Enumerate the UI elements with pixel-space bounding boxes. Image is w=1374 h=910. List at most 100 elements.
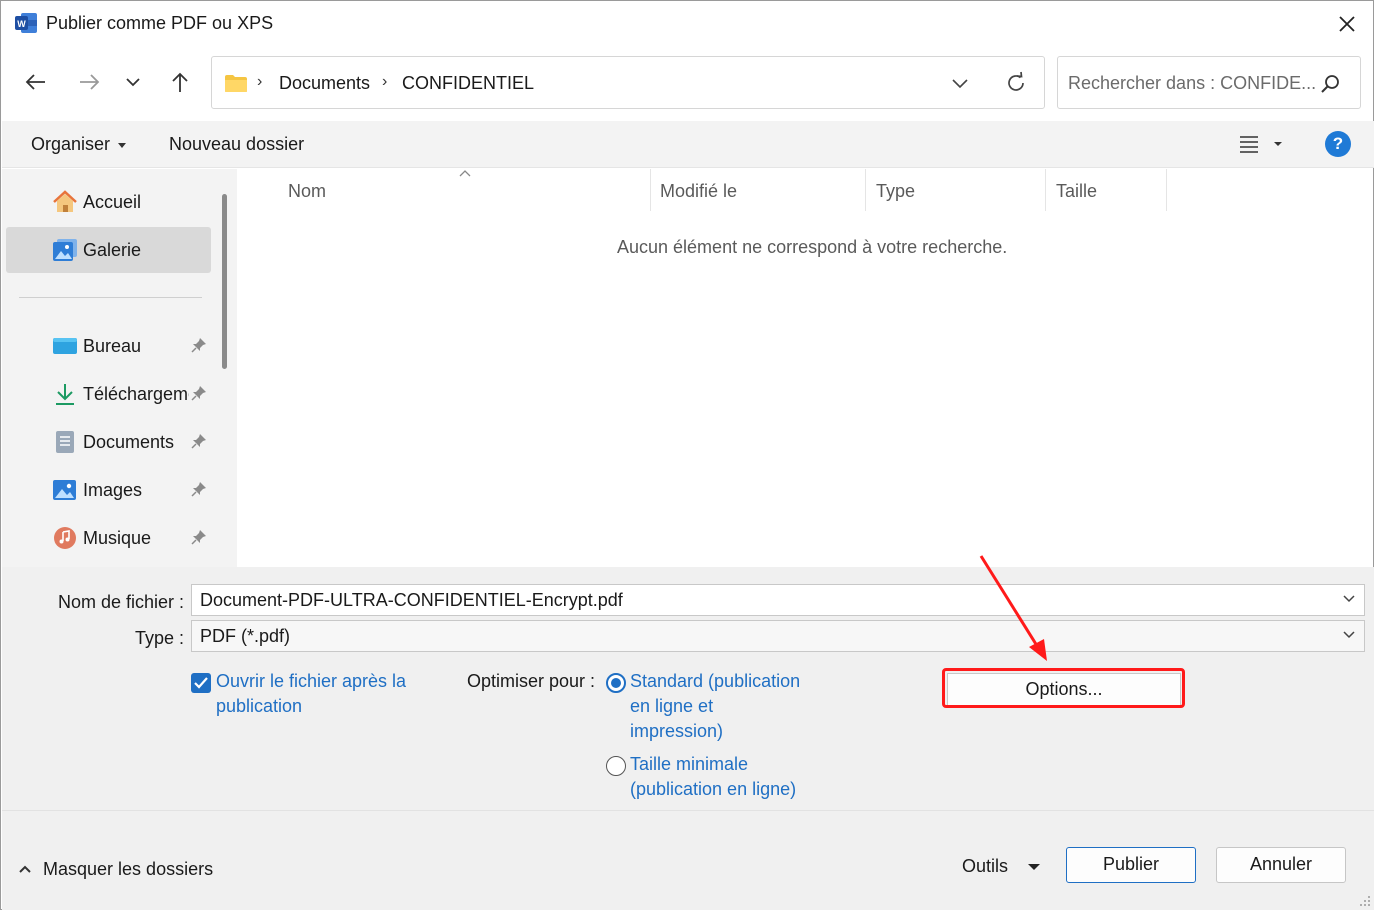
documents-icon [56, 431, 74, 453]
sidebar-scrollbar[interactable] [222, 194, 227, 369]
open-after-publish-label[interactable]: Ouvrir le fichier après la publication [216, 669, 406, 719]
sidebar-item-label: Bureau [83, 336, 142, 356]
tools-menu[interactable]: Outils [962, 856, 1041, 877]
minimal-size-radio-label[interactable]: Taille minimale (publication en ligne) [630, 752, 796, 802]
type-value[interactable]: PDF (*.pdf) [200, 626, 290, 647]
arrow-up-icon [172, 72, 188, 92]
title-bar: W Publier comme PDF ou XPS [1, 1, 1373, 47]
save-dialog: W Publier comme PDF ou XPS › Documents ›… [0, 0, 1374, 910]
chevron-down-icon[interactable] [1342, 594, 1356, 604]
address-bar[interactable]: › Documents › CONFIDENTIEL [211, 56, 1045, 109]
column-divider[interactable] [865, 169, 866, 211]
open-after-publish-line2: publication [216, 696, 303, 716]
folder-icon [225, 75, 247, 92]
type-label: Type : [134, 628, 184, 648]
breadcrumb-separator-icon: › [257, 73, 263, 90]
sidebar-item-desktop[interactable]: Bureau [6, 323, 211, 369]
breadcrumb-confidentiel[interactable]: CONFIDENTIEL [402, 73, 534, 94]
hide-folders-label: Masquer les dossiers [43, 858, 214, 879]
navigation-pane: Accueil Galerie Bureau Téléchargements D… [2, 169, 237, 567]
pin-icon[interactable] [191, 385, 207, 401]
sort-ascending-icon [459, 170, 471, 177]
column-divider[interactable] [650, 169, 651, 211]
new-folder-button[interactable]: Nouveau dossier [169, 134, 304, 155]
search-box[interactable]: Rechercher dans : CONFIDE... [1057, 56, 1361, 109]
sidebar-item-home[interactable]: Accueil [6, 179, 211, 225]
organize-label: Organiser [31, 134, 111, 154]
standard-line1: Standard (publication [630, 671, 801, 691]
empty-message: Aucun élément ne correspond à votre rech… [617, 237, 1008, 257]
column-divider[interactable] [1166, 169, 1167, 211]
breadcrumb-separator-icon: › [382, 73, 388, 90]
standard-radio[interactable] [606, 673, 626, 693]
checkmark-icon [194, 677, 208, 689]
filename-value[interactable]: Document-PDF-ULTRA-CONFIDENTIEL-Encrypt.… [200, 590, 623, 611]
home-icon [53, 190, 77, 212]
up-button[interactable] [165, 67, 195, 97]
pin-icon[interactable] [191, 529, 207, 545]
standard-line3: impression) [630, 721, 724, 741]
sidebar-item-gallery[interactable]: Galerie [6, 227, 211, 273]
sidebar-item-label: Documents [83, 432, 175, 452]
open-after-publish-line1: Ouvrir le fichier après la [216, 671, 407, 691]
open-after-publish-checkbox[interactable] [191, 673, 211, 693]
filename-label: Nom de fichier : [57, 592, 184, 612]
desktop-icon [53, 338, 77, 354]
pin-icon[interactable] [191, 337, 207, 353]
sidebar-divider [19, 297, 202, 298]
sidebar-item-label: Téléchargements [83, 384, 189, 404]
refresh-icon[interactable] [1004, 71, 1028, 95]
svg-text:W: W [17, 19, 26, 29]
sidebar-item-label: Musique [83, 528, 152, 548]
column-header-size[interactable]: Taille [1056, 181, 1097, 202]
music-icon [54, 527, 76, 549]
optimize-label: Optimiser pour : [467, 671, 596, 691]
close-button[interactable] [1327, 7, 1367, 41]
chevron-down-icon[interactable] [950, 73, 970, 93]
gallery-icon [53, 239, 77, 261]
back-button[interactable] [21, 67, 51, 97]
command-bar: Organiser Nouveau dossier ? [2, 121, 1374, 168]
save-options-panel: Nom de fichier : Document-PDF-ULTRA-CONF… [2, 567, 1374, 910]
highlight-box [942, 668, 1185, 708]
column-header-name[interactable]: Nom [288, 181, 326, 202]
cancel-button[interactable]: Annuler [1216, 847, 1346, 883]
organize-menu[interactable]: Organiser [31, 134, 127, 155]
dialog-footer: Masquer les dossiers Outils Publier Annu… [2, 810, 1374, 910]
recent-locations-button[interactable] [118, 67, 148, 97]
arrow-left-icon [25, 74, 45, 90]
caret-down-icon [118, 142, 127, 148]
type-select[interactable]: PDF (*.pdf) [191, 620, 1365, 652]
column-divider[interactable] [1045, 169, 1046, 211]
sidebar-item-label: Accueil [83, 192, 142, 212]
sidebar-item-label: Images [83, 480, 143, 500]
list-view-icon [1240, 136, 1282, 153]
pin-icon[interactable] [191, 433, 207, 449]
breadcrumb-documents[interactable]: Documents [279, 73, 370, 94]
sidebar-item-music[interactable]: Musique [6, 515, 211, 561]
hide-folders-button[interactable]: Masquer les dossiers [18, 858, 213, 880]
chevron-up-icon [19, 865, 31, 873]
minimal-size-radio[interactable] [606, 756, 626, 776]
forward-button[interactable] [74, 67, 104, 97]
minimal-line1: Taille minimale [630, 754, 749, 774]
minimal-line2: (publication en ligne) [630, 779, 797, 799]
pin-icon[interactable] [191, 481, 207, 497]
file-list: Nom Modifié le Type Taille Aucun élément… [238, 169, 1373, 567]
sidebar-item-downloads[interactable]: Téléchargements [6, 371, 211, 417]
sidebar-item-images[interactable]: Images [6, 467, 211, 513]
resize-grip-icon[interactable] [1359, 895, 1371, 907]
column-header-modified[interactable]: Modifié le [660, 181, 737, 202]
help-icon[interactable]: ? [1325, 131, 1351, 157]
view-options-button[interactable] [1238, 133, 1288, 160]
tools-label: Outils [962, 856, 1009, 876]
arrow-right-icon [80, 74, 100, 90]
chevron-down-icon[interactable] [1342, 630, 1356, 640]
search-input[interactable]: Rechercher dans : CONFIDE... [1068, 73, 1316, 94]
filename-field[interactable]: Document-PDF-ULTRA-CONFIDENTIEL-Encrypt.… [191, 584, 1365, 616]
sidebar-item-documents[interactable]: Documents [6, 419, 211, 465]
column-header-type[interactable]: Type [876, 181, 915, 202]
standard-radio-label[interactable]: Standard (publication en ligne et impres… [630, 669, 800, 744]
publish-button[interactable]: Publier [1066, 847, 1196, 883]
word-icon: W [15, 13, 37, 33]
